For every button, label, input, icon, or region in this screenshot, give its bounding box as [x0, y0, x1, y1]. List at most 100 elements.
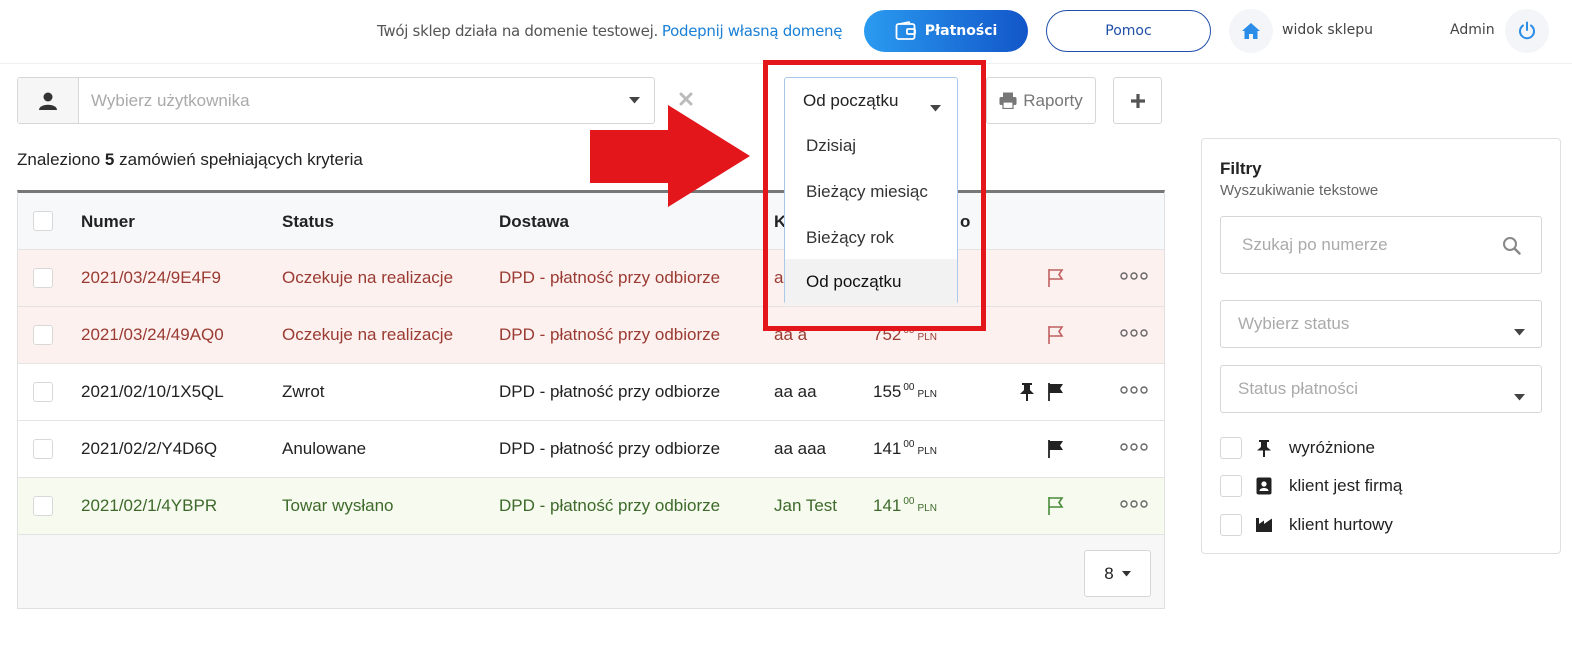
help-label: Pomoc	[1105, 23, 1152, 39]
row-checkbox[interactable]	[33, 382, 53, 402]
order-number[interactable]: 2021/03/24/49AQ0	[81, 325, 224, 345]
results-count: 5	[104, 150, 115, 169]
page-size-select[interactable]: 8	[1084, 550, 1151, 597]
plus-icon	[1130, 93, 1145, 108]
user-select-placeholder: Wybierz użytkownika	[91, 90, 250, 110]
connect-domain-link[interactable]: Podepnij własną domenę	[662, 22, 843, 40]
wholesale-checkbox[interactable]	[1220, 514, 1242, 536]
wallet-icon	[895, 21, 916, 40]
flag-outline-icon[interactable]	[1046, 496, 1066, 516]
help-button[interactable]: Pomoc	[1046, 10, 1211, 52]
add-order-button[interactable]	[1113, 77, 1162, 124]
more-options-icon[interactable]	[1120, 272, 1148, 280]
order-client: Jan Test	[774, 496, 838, 515]
order-delivery: DPD - płatność przy odbiorze	[499, 325, 721, 344]
domain-info-text: Twój sklep działa na domenie testowej.	[377, 22, 658, 40]
order-status: Anulowane	[282, 439, 367, 458]
order-amount: 155 00PLN	[873, 382, 937, 402]
order-number[interactable]: 2021/02/1/4YBPR	[81, 496, 217, 516]
header-delivery[interactable]: Dostawa	[499, 212, 569, 232]
filters-title: Filtry	[1220, 159, 1262, 178]
print-icon	[999, 92, 1017, 109]
amount-currency: PLN	[917, 332, 937, 343]
payment-status-select[interactable]: Status płatności	[1220, 365, 1542, 413]
user-icon	[39, 92, 57, 110]
reports-button[interactable]: Raporty	[986, 77, 1096, 124]
amount-currency: PLN	[917, 446, 937, 457]
power-icon	[1519, 21, 1535, 40]
filters-subtitle: Wyszukiwanie tekstowe	[1220, 182, 1379, 199]
flag-filled-icon[interactable]	[1046, 439, 1066, 459]
amount-cents: 00	[903, 439, 915, 450]
more-options-icon[interactable]	[1120, 386, 1148, 394]
select-all-checkbox[interactable]	[33, 211, 53, 231]
order-number[interactable]: 2021/03/24/9E4F9	[81, 268, 221, 288]
amount-cents: 00	[903, 382, 915, 393]
search-input[interactable]: Szukaj po numerze	[1220, 216, 1542, 274]
results-suffix: zamówień spełniających kryteria	[119, 150, 363, 169]
order-client: aa aa	[774, 382, 817, 401]
flag-outline-icon[interactable]	[1046, 325, 1066, 345]
order-number[interactable]: 2021/02/10/1X5QL	[81, 382, 224, 402]
order-amount: 141 00PLN	[873, 496, 937, 516]
row-checkbox[interactable]	[33, 325, 53, 345]
home-icon	[1242, 23, 1260, 39]
order-status: Oczekuje na realizacje	[282, 268, 454, 287]
more-options-icon[interactable]	[1120, 443, 1148, 451]
chevron-down-icon	[1121, 570, 1131, 576]
factory-icon	[1254, 517, 1274, 533]
table-row[interactable]: 2021/03/24/49AQ0 Oczekuje na realizacje …	[18, 307, 1164, 364]
results-summary: Znaleziono 5 zamówień spełniających kryt…	[17, 150, 363, 170]
highlight-box	[763, 60, 986, 331]
row-checkbox[interactable]	[33, 496, 53, 516]
featured-checkbox[interactable]	[1220, 437, 1242, 459]
chevron-down-icon	[1514, 386, 1525, 406]
results-prefix: Znaleziono	[17, 150, 101, 169]
wholesale-label: klient hurtowy	[1289, 515, 1393, 534]
admin-label: Admin	[1450, 22, 1495, 38]
header-status[interactable]: Status	[282, 212, 334, 232]
amount-currency: PLN	[917, 503, 937, 514]
header-number[interactable]: Numer	[81, 212, 135, 232]
flag-filled-icon[interactable]	[1046, 382, 1066, 402]
shop-view-button[interactable]	[1229, 9, 1273, 53]
chevron-down-icon	[1514, 321, 1525, 341]
flag-outline-icon[interactable]	[1046, 268, 1066, 288]
order-delivery: DPD - płatność przy odbiorze	[499, 439, 721, 458]
filter-featured[interactable]: wyróżnione	[1220, 436, 1375, 460]
table-row[interactable]: 2021/02/10/1X5QL Zwrot DPD - płatność pr…	[18, 364, 1164, 421]
table-row[interactable]: 2021/03/24/9E4F9 Oczekuje na realizacje …	[18, 250, 1164, 307]
pin-icon[interactable]	[1018, 382, 1036, 402]
table-row[interactable]: 2021/02/2/Y4D6Q Anulowane DPD - płatność…	[18, 421, 1164, 478]
filter-wholesale[interactable]: klient hurtowy	[1220, 513, 1393, 537]
company-label: klient jest firmą	[1289, 476, 1403, 495]
top-bar: Twój sklep działa na domenie testowej. Po…	[0, 0, 1572, 64]
red-arrow-icon	[590, 105, 750, 207]
row-checkbox[interactable]	[33, 268, 53, 288]
payments-button[interactable]: Płatności	[864, 10, 1028, 52]
shop-view-link[interactable]: widok sklepu	[1282, 22, 1373, 38]
user-select[interactable]: Wybierz użytkownika	[17, 77, 655, 124]
search-icon[interactable]	[1502, 236, 1521, 255]
contact-card-icon	[1254, 477, 1274, 495]
company-checkbox[interactable]	[1220, 475, 1242, 497]
order-status: Towar wysłano	[282, 496, 394, 515]
filter-company[interactable]: klient jest firmą	[1220, 474, 1402, 498]
domain-info: Twój sklep działa na domenie testowej. Po…	[377, 22, 842, 40]
logout-button[interactable]	[1505, 9, 1549, 53]
more-options-icon[interactable]	[1120, 329, 1148, 337]
filters-panel: Filtry Wyszukiwanie tekstowe Szukaj po n…	[1201, 138, 1561, 554]
order-status: Oczekuje na realizacje	[282, 325, 454, 344]
status-select[interactable]: Wybierz status	[1220, 300, 1542, 348]
row-checkbox[interactable]	[33, 439, 53, 459]
order-number[interactable]: 2021/02/2/Y4D6Q	[81, 439, 217, 459]
order-delivery: DPD - płatność przy odbiorze	[499, 496, 721, 515]
featured-label: wyróżnione	[1289, 438, 1375, 457]
order-delivery: DPD - płatność przy odbiorze	[499, 268, 721, 287]
order-client: aa aaa	[774, 439, 826, 458]
table-row[interactable]: 2021/02/1/4YBPR Towar wysłano DPD - płat…	[18, 478, 1164, 535]
more-options-icon[interactable]	[1120, 500, 1148, 508]
orders-table: Numer Status Dostawa K o 2021/03/24/9E4F…	[17, 190, 1165, 609]
amount-value: 141	[873, 439, 902, 458]
amount-value: 155	[873, 382, 902, 401]
